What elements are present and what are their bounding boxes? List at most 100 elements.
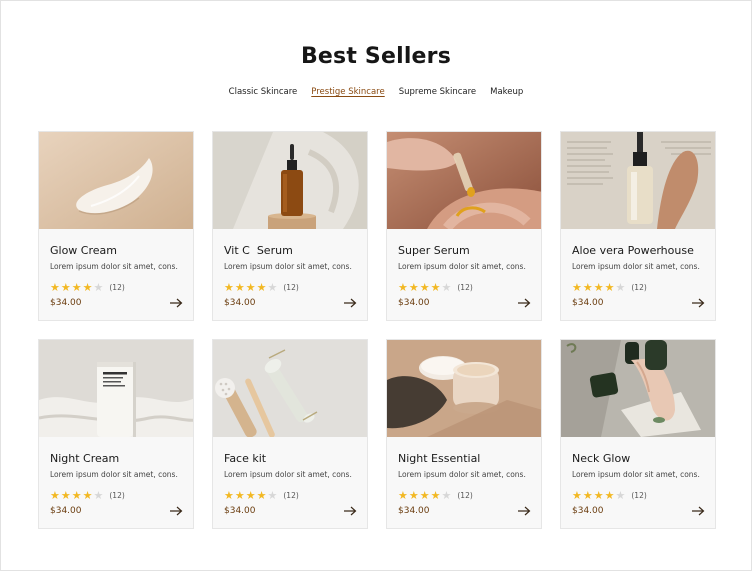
star-icon: ★ xyxy=(408,489,419,502)
arrow-right-icon[interactable] xyxy=(169,506,183,516)
product-price: $34.00 xyxy=(398,298,430,308)
star-icon: ★ xyxy=(245,281,256,294)
product-description: Lorem ipsum dolor sit amet, cons. xyxy=(398,470,526,479)
category-tabs: Classic Skincare Prestige Skincare Supre… xyxy=(0,87,752,97)
star-icon: ★ xyxy=(234,281,245,294)
tab-supreme-skincare[interactable]: Supreme Skincare xyxy=(399,87,476,97)
tab-makeup[interactable]: Makeup xyxy=(490,87,523,97)
star-icon: ★ xyxy=(419,281,430,294)
product-price: $34.00 xyxy=(50,298,82,308)
star-icon: ★ xyxy=(60,489,71,502)
star-empty-icon: ★ xyxy=(93,281,104,294)
product-name: Face kit xyxy=(224,452,267,465)
star-icon: ★ xyxy=(408,281,419,294)
review-count: (12) xyxy=(457,491,473,500)
product-name: Vit C Serum xyxy=(224,244,293,257)
product-card[interactable]: Glow Cream Lorem ipsum dolor sit amet, c… xyxy=(38,131,194,321)
arrow-right-icon[interactable] xyxy=(169,298,183,308)
star-icon: ★ xyxy=(256,281,267,294)
product-image xyxy=(213,132,367,229)
product-image xyxy=(561,132,715,229)
page-title: Best Sellers xyxy=(300,44,452,69)
tab-prestige-skincare[interactable]: Prestige Skincare xyxy=(311,87,384,97)
product-price: $34.00 xyxy=(50,506,82,516)
star-icon: ★ xyxy=(604,489,615,502)
product-rating: ★ ★ ★ ★ ★ (12) xyxy=(50,282,125,293)
arrow-right-icon[interactable] xyxy=(691,298,705,308)
star-icon: ★ xyxy=(224,489,234,502)
star-icon: ★ xyxy=(582,281,593,294)
star-icon: ★ xyxy=(245,489,256,502)
review-count: (12) xyxy=(109,491,125,500)
product-rating: ★ ★ ★ ★ ★ (12) xyxy=(398,490,473,501)
review-count: (12) xyxy=(457,283,473,292)
star-icon: ★ xyxy=(593,281,604,294)
product-description: Lorem ipsum dolor sit amet, cons. xyxy=(50,262,178,271)
arrow-right-icon[interactable] xyxy=(517,298,531,308)
star-empty-icon: ★ xyxy=(441,489,452,502)
star-icon: ★ xyxy=(572,281,582,294)
product-image xyxy=(387,340,541,437)
star-icon: ★ xyxy=(234,489,245,502)
product-image xyxy=(39,132,193,229)
star-icon: ★ xyxy=(419,489,430,502)
arrow-right-icon[interactable] xyxy=(343,298,357,308)
product-description: Lorem ipsum dolor sit amet, cons. xyxy=(50,470,178,479)
product-description: Lorem ipsum dolor sit amet, cons. xyxy=(224,470,352,479)
product-card[interactable]: Vit C Serum Lorem ipsum dolor sit amet, … xyxy=(212,131,368,321)
arrow-right-icon[interactable] xyxy=(517,506,531,516)
star-icon: ★ xyxy=(71,489,82,502)
star-empty-icon: ★ xyxy=(267,489,278,502)
product-card[interactable]: Super Serum Lorem ipsum dolor sit amet, … xyxy=(386,131,542,321)
star-icon: ★ xyxy=(82,281,93,294)
product-price: $34.00 xyxy=(224,298,256,308)
product-image xyxy=(387,132,541,229)
star-icon: ★ xyxy=(430,489,441,502)
review-count: (12) xyxy=(109,283,125,292)
product-card[interactable]: Aloe vera Powerhouse Lorem ipsum dolor s… xyxy=(560,131,716,321)
product-name: Aloe vera Powerhouse xyxy=(572,244,694,257)
product-card[interactable]: Face kit Lorem ipsum dolor sit amet, con… xyxy=(212,339,368,529)
product-name: Night Essential xyxy=(398,452,481,465)
product-image xyxy=(213,340,367,437)
product-card[interactable]: Neck Glow Lorem ipsum dolor sit amet, co… xyxy=(560,339,716,529)
product-name: Super Serum xyxy=(398,244,470,257)
star-empty-icon: ★ xyxy=(441,281,452,294)
review-count: (12) xyxy=(631,491,647,500)
arrow-right-icon[interactable] xyxy=(691,506,705,516)
star-icon: ★ xyxy=(60,281,71,294)
star-icon: ★ xyxy=(582,489,593,502)
product-description: Lorem ipsum dolor sit amet, cons. xyxy=(572,262,700,271)
star-icon: ★ xyxy=(430,281,441,294)
star-empty-icon: ★ xyxy=(615,489,626,502)
product-description: Lorem ipsum dolor sit amet, cons. xyxy=(572,470,700,479)
star-icon: ★ xyxy=(50,489,60,502)
product-image xyxy=(561,340,715,437)
tab-classic-skincare[interactable]: Classic Skincare xyxy=(229,87,298,97)
star-icon: ★ xyxy=(593,489,604,502)
product-image xyxy=(39,340,193,437)
star-icon: ★ xyxy=(256,489,267,502)
star-empty-icon: ★ xyxy=(267,281,278,294)
product-rating: ★ ★ ★ ★ ★ (12) xyxy=(398,282,473,293)
arrow-right-icon[interactable] xyxy=(343,506,357,516)
product-grid: Glow Cream Lorem ipsum dolor sit amet, c… xyxy=(38,131,716,529)
product-price: $34.00 xyxy=(224,506,256,516)
product-description: Lorem ipsum dolor sit amet, cons. xyxy=(224,262,352,271)
product-description: Lorem ipsum dolor sit amet, cons. xyxy=(398,262,526,271)
review-count: (12) xyxy=(283,491,299,500)
product-name: Night Cream xyxy=(50,452,120,465)
product-rating: ★ ★ ★ ★ ★ (12) xyxy=(50,490,125,501)
star-icon: ★ xyxy=(572,489,582,502)
product-price: $34.00 xyxy=(572,506,604,516)
star-empty-icon: ★ xyxy=(93,489,104,502)
product-card[interactable]: Night Cream Lorem ipsum dolor sit amet, … xyxy=(38,339,194,529)
product-rating: ★ ★ ★ ★ ★ (12) xyxy=(572,282,647,293)
star-icon: ★ xyxy=(604,281,615,294)
review-count: (12) xyxy=(631,283,647,292)
product-rating: ★ ★ ★ ★ ★ (12) xyxy=(572,490,647,501)
star-empty-icon: ★ xyxy=(615,281,626,294)
review-count: (12) xyxy=(283,283,299,292)
product-card[interactable]: Night Essential Lorem ipsum dolor sit am… xyxy=(386,339,542,529)
star-icon: ★ xyxy=(398,281,408,294)
